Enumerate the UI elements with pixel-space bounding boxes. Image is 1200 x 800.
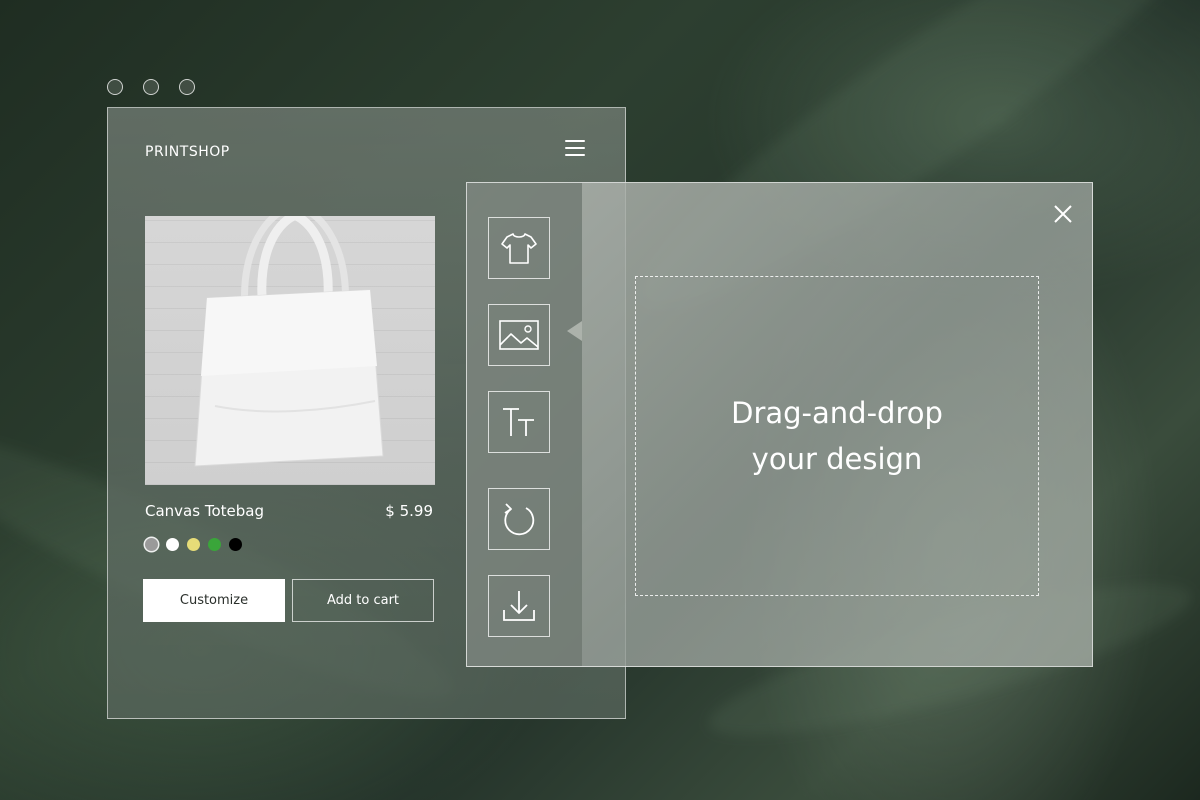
rotate-tool-button[interactable] xyxy=(488,488,550,550)
tshirt-tool-button[interactable] xyxy=(488,217,550,279)
close-icon[interactable] xyxy=(1052,203,1074,225)
text-tool-button[interactable] xyxy=(488,391,550,453)
download-tool-button[interactable] xyxy=(488,575,550,637)
window-dot[interactable] xyxy=(143,79,159,95)
editor-panel: Drag-and-drop your design xyxy=(466,182,1093,667)
drop-zone-text: your design xyxy=(751,442,923,476)
design-drop-zone[interactable]: Drag-and-drop your design xyxy=(635,276,1039,596)
product-price: $ 5.99 xyxy=(385,502,433,520)
image-tool-button[interactable] xyxy=(488,304,550,366)
window-dot[interactable] xyxy=(179,79,195,95)
product-image xyxy=(145,216,435,485)
color-swatch[interactable] xyxy=(208,538,221,551)
tote-bag-image xyxy=(194,216,384,467)
drop-zone-text: Drag-and-drop xyxy=(731,396,943,430)
product-name: Canvas Totebag xyxy=(145,502,264,520)
hamburger-menu-icon[interactable] xyxy=(563,138,587,158)
tool-rail xyxy=(467,183,582,666)
active-tool-pointer xyxy=(567,321,582,341)
rotate-icon xyxy=(504,503,535,536)
color-swatch[interactable] xyxy=(229,538,242,551)
window-controls xyxy=(107,79,195,95)
window-dot[interactable] xyxy=(107,79,123,95)
color-swatch[interactable] xyxy=(166,538,179,551)
download-icon xyxy=(503,591,535,621)
tshirt-icon xyxy=(501,233,537,264)
color-swatch[interactable] xyxy=(145,538,158,551)
add-to-cart-button[interactable]: Add to cart xyxy=(292,579,434,622)
text-icon xyxy=(503,408,534,436)
brand-logo: PRINTSHOP xyxy=(145,144,230,160)
customize-button[interactable]: Customize xyxy=(143,579,285,622)
image-icon xyxy=(499,320,539,350)
color-swatches xyxy=(145,538,242,551)
color-swatch[interactable] xyxy=(187,538,200,551)
